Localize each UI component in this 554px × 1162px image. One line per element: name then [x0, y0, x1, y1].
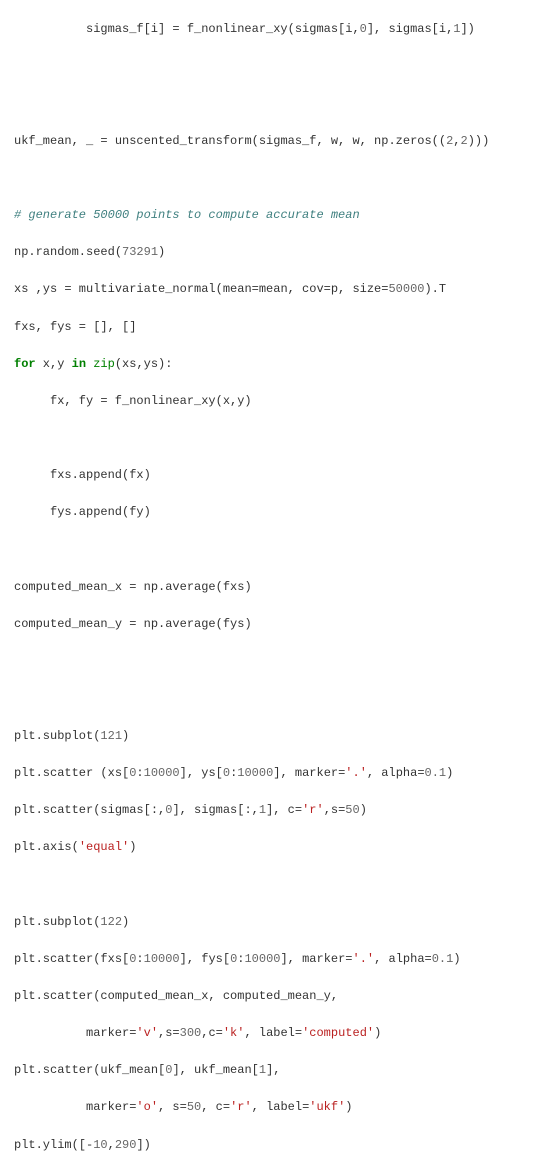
- code-comment: # generate 50000 points to compute accur…: [14, 208, 360, 222]
- code-block: sigmas_f[i] = f_nonlinear_xy(sigmas[i,0]…: [14, 20, 540, 1162]
- code-text: sigmas_f[i] = f_nonlinear_xy(sigmas[i,: [86, 22, 360, 36]
